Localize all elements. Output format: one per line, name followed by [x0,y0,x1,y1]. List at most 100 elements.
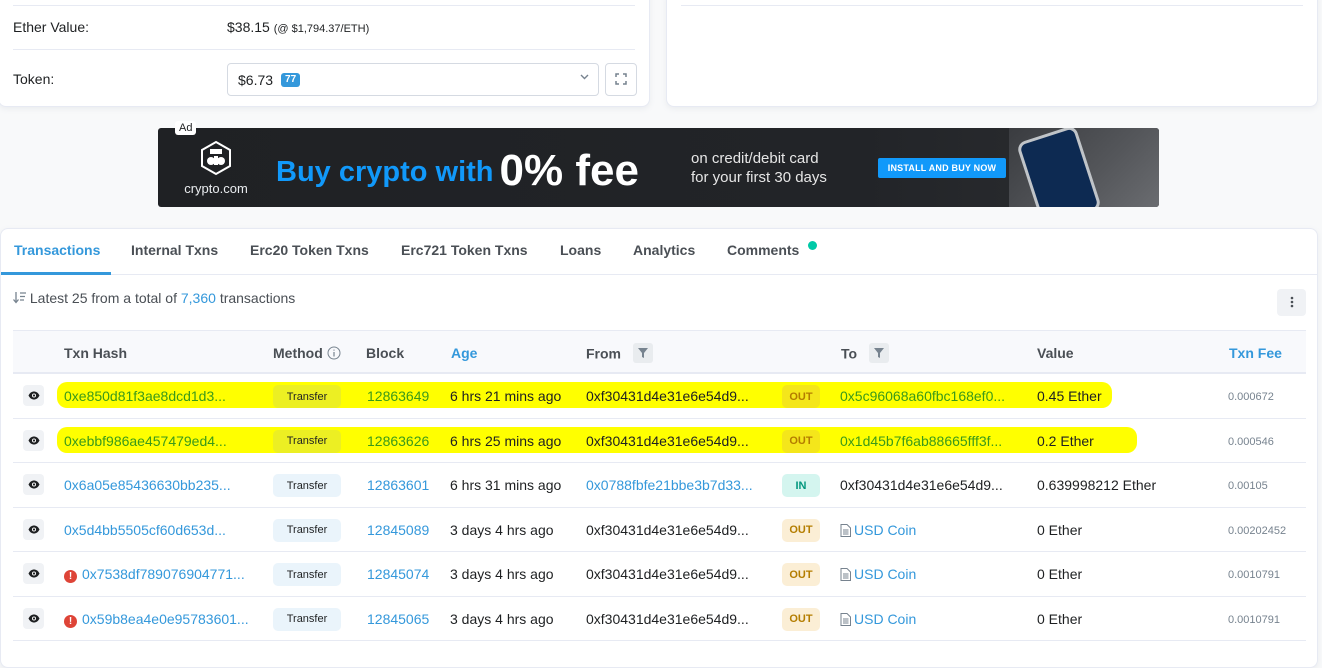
block-link[interactable]: 12863626 [367,433,429,449]
tab-erc20-token-txns[interactable]: Erc20 Token Txns [250,242,369,258]
from-filter-button[interactable] [632,343,653,363]
header-value: Value [1037,345,1074,361]
direction-badge: IN [782,474,820,497]
eye-icon [28,391,39,400]
to-address: 0x5c96068a60fbc168ef0... [840,388,1005,404]
view-details-button[interactable] [23,385,44,406]
view-details-button[interactable] [23,429,44,451]
total-transactions-link[interactable]: 7,360 [181,290,216,306]
table-row: ! 0x7538df789076904771... Transfer 128450… [13,552,1306,597]
header-to-label: To [841,345,858,362]
sort-icon [13,290,30,306]
more-options-button[interactable] [1277,289,1306,316]
age-cell: 6 hrs 31 mins ago [450,477,562,493]
ad-banner[interactable]: crypto.com Buy crypto with 0% fee on cred… [158,128,1159,207]
age-cell: 3 days 4 hrs ago [450,521,554,538]
transactions-table: Txn Hash Method Block Age From To Value … [13,330,1306,641]
expand-token-view-button[interactable] [605,63,637,96]
new-comments-indicator [808,241,817,250]
value-cell: 0.2 Ether [1037,432,1094,449]
token-value: $6.73 [238,71,274,88]
divider [13,49,635,50]
crypto-com-logo: crypto.com [176,140,256,196]
contract-icon [840,523,851,540]
token-holdings-dropdown[interactable]: $6.73 77 [227,63,599,96]
txn-fee-cell: 0.00202452 [1228,524,1287,537]
header-from: From [586,343,653,365]
block-link[interactable]: 12863649 [367,388,429,404]
eye-icon [28,525,39,533]
tabs-bar: Transactions Internal Txns Erc20 Token T… [1,229,1317,275]
view-details-button[interactable] [23,563,44,584]
block-link[interactable]: 12863601 [367,477,429,493]
header-txn-fee-toggle[interactable]: Txn Fee [1229,345,1282,361]
active-tab-indicator [1,272,111,275]
age-cell: 6 hrs 21 mins ago [450,388,562,404]
tab-erc721-token-txns[interactable]: Erc721 Token Txns [401,242,528,258]
txn-hash-link[interactable]: 0x7538df789076904771... [82,566,245,582]
method-badge: Transfer [273,429,341,453]
txn-hash-link[interactable]: 0x5d4bb5505cf60d653d... [64,522,226,538]
from-address: 0xf30431d4e31e6e54d9... [586,566,749,582]
direction-badge: OUT [782,607,820,631]
filter-icon [637,348,648,358]
ad-headline-text: Buy crypto with [276,156,494,188]
to-address-link[interactable]: USD Coin [854,611,916,627]
direction-badge: OUT [782,518,820,542]
ether-price: (@ $1,794.37/ETH) [273,23,370,35]
overview-card: Ether Value: $38.15 (@ $1,794.37/ETH) To… [0,0,650,107]
ad-sub-line2: for your first 30 days [691,169,827,186]
to-address-link[interactable]: 0x1d45b7f6ab88665fff3f... [840,433,1002,449]
txn-hash-cell: 0xe850d81f3ae8dcd1d3... [64,388,226,404]
direction-badge: OUT [782,563,820,586]
contract-icon [840,568,851,584]
txn-hash-link[interactable]: 0x6a05e85436630bb235... [64,477,231,493]
ad-headline: Buy crypto with 0% fee [276,146,639,196]
tab-transactions[interactable]: Transactions [14,242,100,258]
header-to: To [841,343,889,365]
tab-internal-txns[interactable]: Internal Txns [131,242,218,258]
from-address-link[interactable]: 0x0788fbfe21bbe3b7d33... [586,477,753,493]
tab-loans[interactable]: Loans [560,242,601,258]
txn-hash-cell: ! 0x59b8ea4e0e95783601... [64,611,249,628]
eye-icon [28,569,39,578]
method-badge: Transfer [273,474,341,497]
age-cell: 6 hrs 25 mins ago [450,432,562,449]
block-link[interactable]: 12845065 [367,611,429,627]
crypto-com-logo-icon [201,140,231,176]
view-details-button[interactable] [23,607,44,629]
direction-badge: OUT [782,385,820,408]
ether-value: $38.15 (@ $1,794.37/ETH) [227,19,369,35]
header-age-toggle[interactable]: Age [451,345,477,361]
tab-analytics[interactable]: Analytics [633,242,695,258]
txn-hash-link[interactable]: 0xebbf986ae457479ed4... [64,433,227,449]
block-link[interactable]: 12845074 [367,566,429,582]
to-address-link[interactable]: USD Coin [854,522,916,538]
txn-fee-cell: 0.0010791 [1228,613,1280,626]
block-link[interactable]: 12845089 [367,522,429,538]
header-block: Block [366,345,405,361]
info-icon[interactable] [327,345,341,361]
age-cell: 3 days 4 hrs ago [450,566,554,582]
table-row: 0x6a05e85436630bb235... Transfer 1286360… [13,463,1306,508]
summary-suffix: transactions [219,290,296,306]
view-details-button[interactable] [23,474,44,495]
header-from-label: From [586,345,621,362]
method-badge: Transfer [273,518,341,542]
to-filter-button[interactable] [868,343,889,363]
txn-hash-link[interactable]: 0xe850d81f3ae8dcd1d3... [64,388,226,404]
to-address-link[interactable]: 0x5c96068a60fbc168ef0... [840,388,1005,404]
error-icon: ! [64,570,77,583]
more-info-card [666,0,1318,107]
age-cell: 3 days 4 hrs ago [450,610,554,627]
to-address-link[interactable]: USD Coin [854,566,916,582]
transactions-card: Transactions Internal Txns Erc20 Token T… [0,228,1318,668]
tab-comments[interactable]: Comments [727,242,799,258]
table-row: 0xebbf986ae457479ed4... Transfer 1286362… [13,419,1306,463]
ether-value-amount: $38.15 [227,19,270,35]
txn-hash-link[interactable]: 0x59b8ea4e0e95783601... [82,611,249,627]
view-details-button[interactable] [23,518,44,540]
value-cell: 0 Ether [1037,521,1083,538]
method-badge: Transfer [273,607,341,631]
ad-install-button[interactable]: INSTALL AND BUY NOW [878,158,1006,178]
